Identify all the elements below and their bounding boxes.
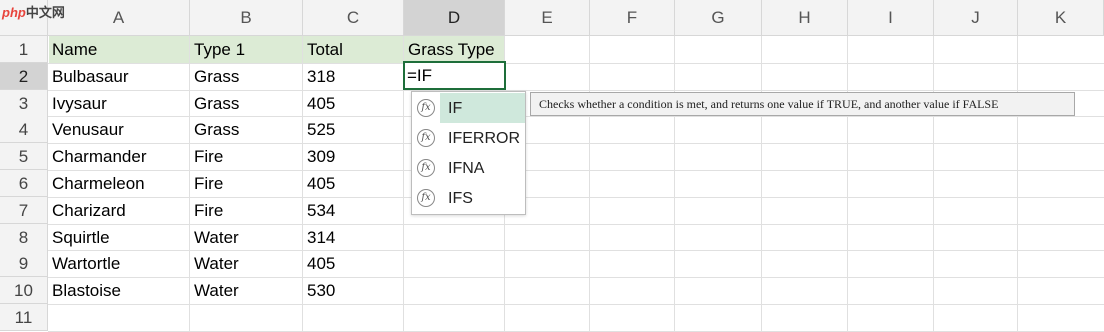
- grid-column-line: [847, 36, 848, 331]
- data-cell[interactable]: 534: [303, 197, 404, 224]
- watermark-logo: php中文网: [2, 5, 65, 20]
- data-cell[interactable]: 405: [303, 170, 404, 197]
- autocomplete-item-ifs[interactable]: fx IFS: [412, 183, 525, 213]
- data-cell[interactable]: 405: [303, 90, 404, 117]
- grid-column-line: [933, 36, 934, 331]
- data-cell[interactable]: Water: [190, 250, 303, 277]
- grid-column-line: [674, 36, 675, 331]
- header-cell[interactable]: Grass Type: [404, 36, 505, 63]
- row-header-2[interactable]: 2: [0, 63, 48, 90]
- column-header-j[interactable]: J: [934, 0, 1018, 36]
- autocomplete-item-iferror[interactable]: fx IFERROR: [412, 123, 525, 153]
- row-header-11[interactable]: 11: [0, 304, 48, 331]
- column-header-i[interactable]: I: [848, 0, 934, 36]
- row-header-8[interactable]: 8: [0, 224, 48, 251]
- autocomplete-item-label: IFERROR: [448, 130, 520, 147]
- data-cell[interactable]: 314: [303, 224, 404, 251]
- data-cell[interactable]: 405: [303, 250, 404, 277]
- data-cell[interactable]: Blastoise: [48, 277, 190, 304]
- grid-row-line: [48, 304, 1104, 305]
- column-header-d[interactable]: D: [404, 0, 505, 36]
- grid-column-line: [1017, 36, 1018, 331]
- function-icon: fx: [417, 159, 435, 177]
- function-icon: fx: [417, 99, 435, 117]
- column-header-a[interactable]: A: [48, 0, 190, 36]
- column-header-e[interactable]: E: [505, 0, 590, 36]
- autocomplete-item-label: IFNA: [448, 160, 485, 177]
- column-header-g[interactable]: G: [675, 0, 762, 36]
- header-cell[interactable]: Total: [303, 36, 404, 63]
- autocomplete-item-ifna[interactable]: fx IFNA: [412, 153, 525, 183]
- data-cell[interactable]: Charmeleon: [48, 170, 190, 197]
- data-cell[interactable]: Squirtle: [48, 224, 190, 251]
- row-header-5[interactable]: 5: [0, 143, 48, 170]
- autocomplete-item-label: IFS: [448, 190, 473, 207]
- row-header-1[interactable]: 1: [0, 36, 48, 63]
- data-cell[interactable]: 525: [303, 116, 404, 143]
- column-header-f[interactable]: F: [590, 0, 675, 36]
- data-cell[interactable]: Bulbasaur: [48, 63, 190, 90]
- data-cell[interactable]: Water: [190, 277, 303, 304]
- data-cell[interactable]: Fire: [190, 197, 303, 224]
- grid-column-line: [761, 36, 762, 331]
- data-cell[interactable]: Grass: [190, 90, 303, 117]
- active-cell-formula[interactable]: =IF: [407, 66, 432, 86]
- row-header-3[interactable]: 3: [0, 90, 48, 117]
- data-cell[interactable]: Grass: [190, 63, 303, 90]
- grid-column-line: [589, 36, 590, 331]
- data-cell[interactable]: 318: [303, 63, 404, 90]
- function-tooltip: Checks whether a condition is met, and r…: [530, 92, 1075, 116]
- column-header-h[interactable]: H: [762, 0, 848, 36]
- row-header-7[interactable]: 7: [0, 197, 48, 224]
- autocomplete-item-label: IF: [448, 100, 463, 117]
- data-cell[interactable]: 530: [303, 277, 404, 304]
- active-cell-editor[interactable]: =IF: [403, 61, 506, 90]
- column-header-k[interactable]: K: [1018, 0, 1104, 36]
- header-cell[interactable]: Type 1: [190, 36, 303, 63]
- data-cell[interactable]: Venusaur: [48, 116, 190, 143]
- column-header-b[interactable]: B: [190, 0, 303, 36]
- formula-autocomplete-list[interactable]: fx IF fx IFERROR fx IFNA fx IFS: [411, 91, 526, 215]
- data-cell[interactable]: 309: [303, 143, 404, 170]
- row-header-9[interactable]: 9: [0, 250, 48, 277]
- column-header-c[interactable]: C: [303, 0, 404, 36]
- data-cell[interactable]: Charmander: [48, 143, 190, 170]
- data-cell[interactable]: Water: [190, 224, 303, 251]
- data-cell[interactable]: Ivysaur: [48, 90, 190, 117]
- data-cell[interactable]: Wartortle: [48, 250, 190, 277]
- row-header-10[interactable]: 10: [0, 277, 48, 304]
- data-cell[interactable]: Grass: [190, 116, 303, 143]
- function-icon: fx: [417, 129, 435, 147]
- header-cell[interactable]: Name: [48, 36, 190, 63]
- autocomplete-item-if[interactable]: fx IF: [412, 93, 525, 123]
- row-header-4[interactable]: 4: [0, 116, 48, 143]
- data-cell[interactable]: Fire: [190, 170, 303, 197]
- data-cell[interactable]: Charizard: [48, 197, 190, 224]
- data-cell[interactable]: Fire: [190, 143, 303, 170]
- row-header-6[interactable]: 6: [0, 170, 48, 197]
- spreadsheet-grid: A B C D E F G H I J K 1 2 3 4 5 6 7 8 9 10 11 Name Type 1 Total G…: [0, 0, 1104, 332]
- function-icon: fx: [417, 189, 435, 207]
